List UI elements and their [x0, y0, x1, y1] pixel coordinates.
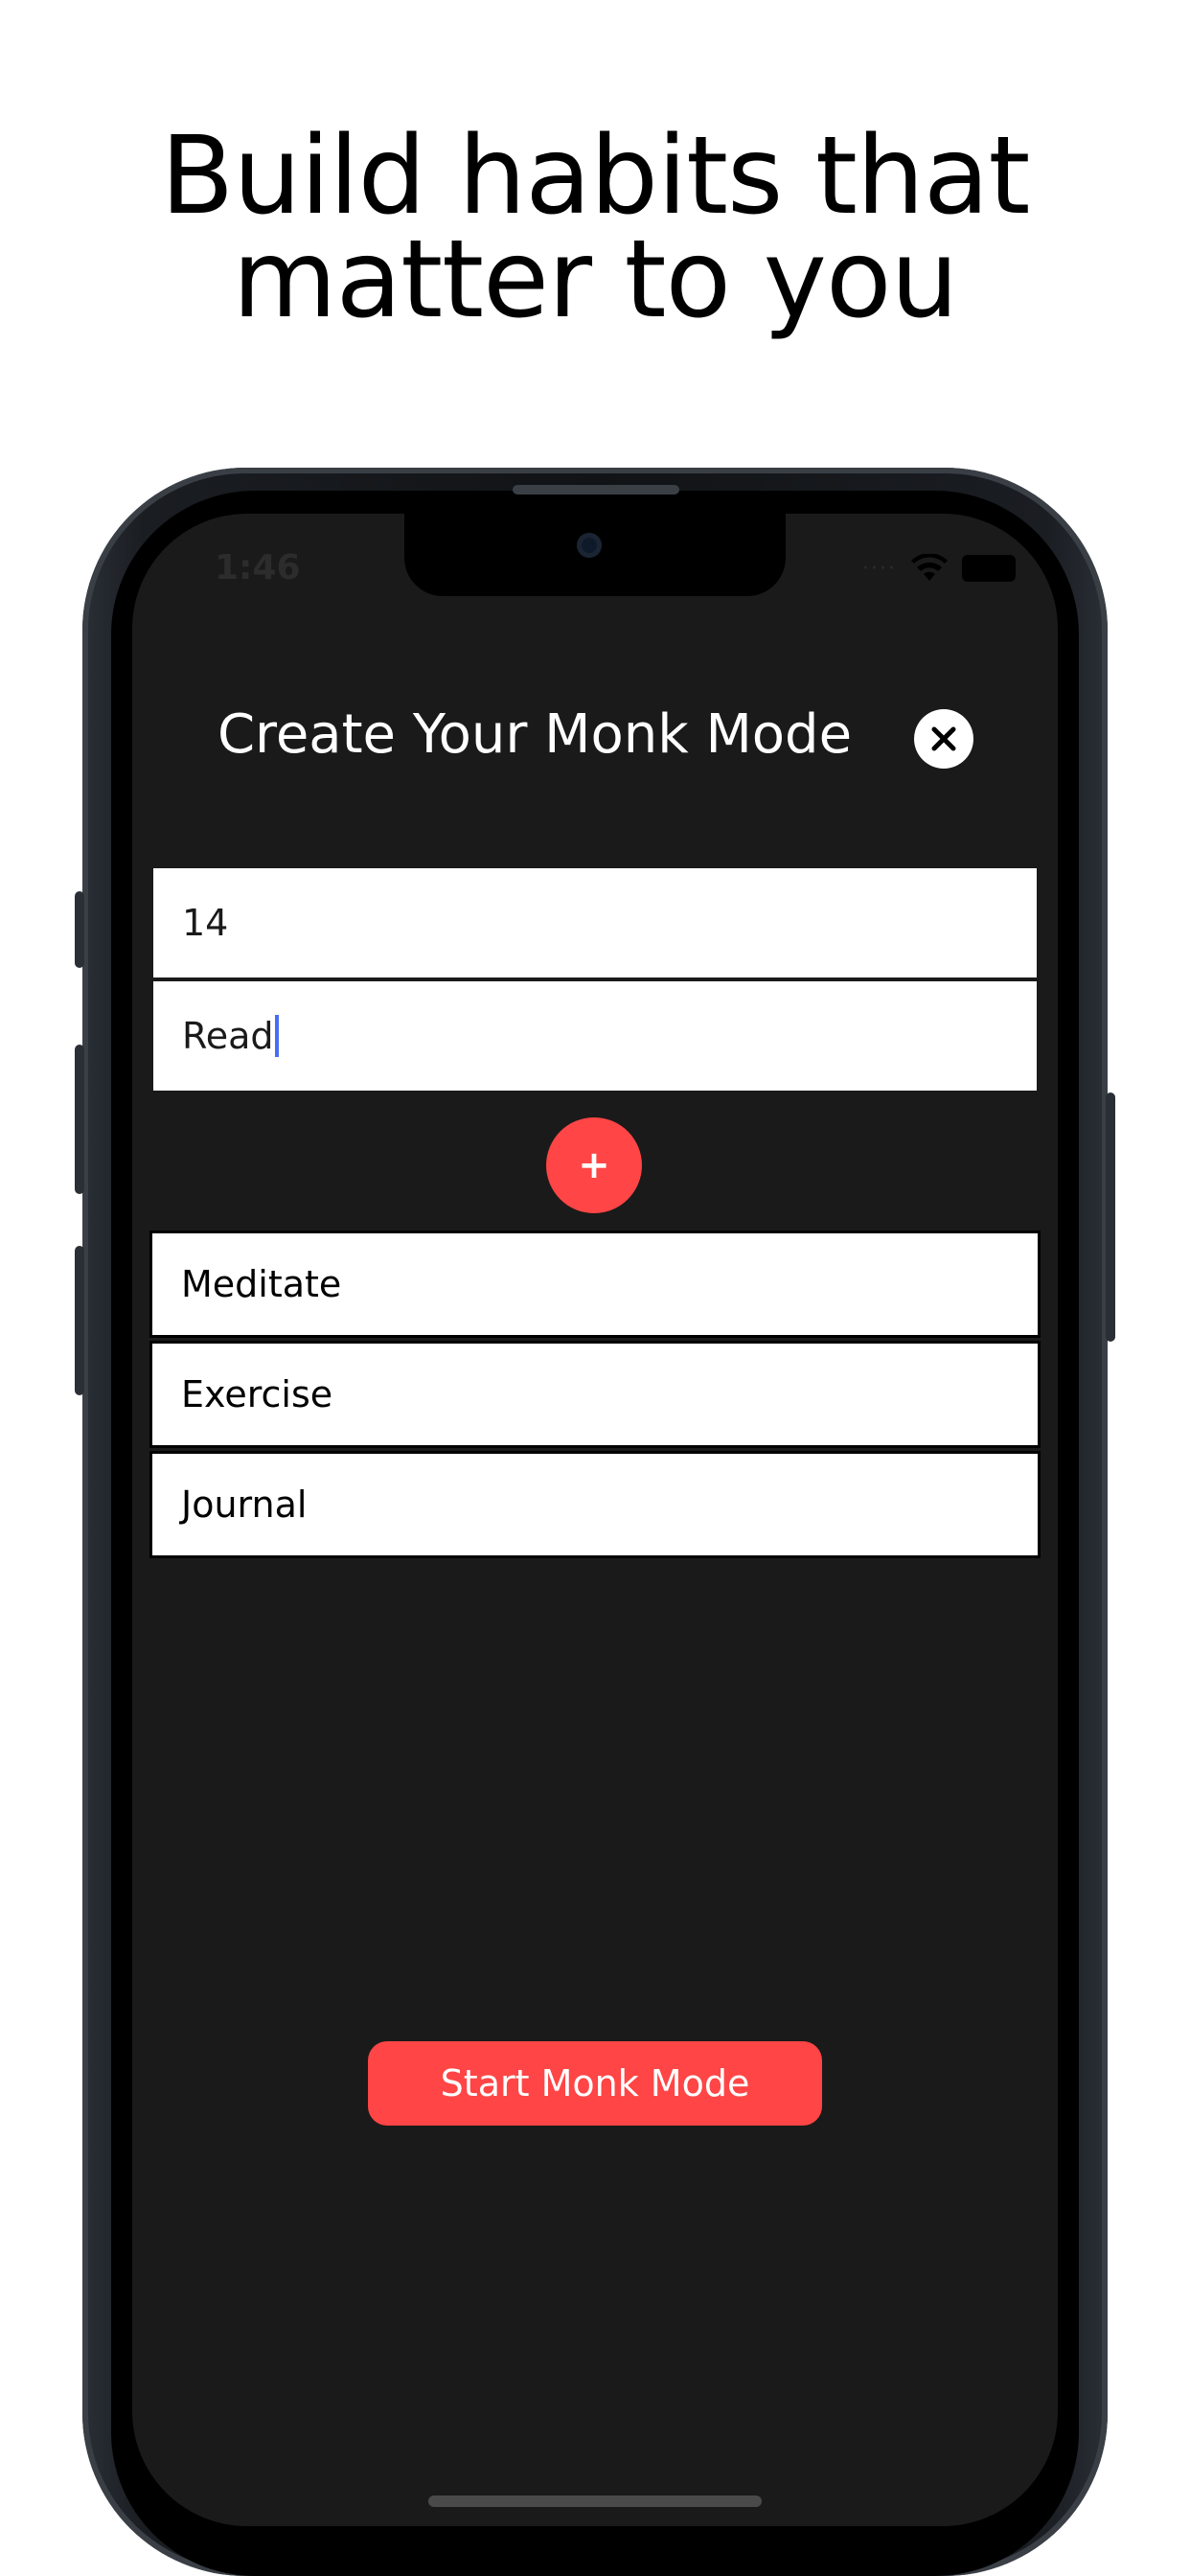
- volume-down-button: [75, 1246, 84, 1395]
- notch: [404, 514, 786, 596]
- mute-switch: [75, 891, 84, 968]
- marketing-headline: Build habits that matter to you: [0, 114, 1190, 342]
- list-item[interactable]: Exercise: [149, 1341, 1041, 1448]
- days-input[interactable]: 14: [153, 868, 1037, 978]
- habit-input[interactable]: Read: [153, 981, 1037, 1091]
- add-habit-button[interactable]: +: [546, 1117, 642, 1213]
- headline-line-1: Build habits that: [160, 114, 1031, 239]
- days-input-value: 14: [182, 902, 229, 944]
- page-title: Create Your Monk Mode: [217, 703, 853, 766]
- list-item[interactable]: Journal: [149, 1451, 1041, 1558]
- status-time: 1:46: [215, 548, 301, 587]
- status-icons: ····: [862, 554, 1016, 583]
- signal-dots-icon: ····: [862, 556, 897, 581]
- habit-label: Meditate: [181, 1263, 342, 1305]
- headline-line-2: matter to you: [232, 218, 959, 342]
- battery-icon: [962, 555, 1016, 582]
- power-button: [1106, 1092, 1115, 1342]
- close-button[interactable]: [914, 709, 973, 769]
- front-camera: [577, 533, 602, 558]
- app-screen: 1:46 ···· Create Your Monk Mode 14 Read …: [132, 514, 1058, 2526]
- habit-input-value: Read: [182, 1015, 274, 1057]
- habit-label: Exercise: [181, 1373, 333, 1415]
- close-icon: [931, 726, 956, 751]
- volume-up-button: [75, 1045, 84, 1194]
- wifi-icon: [911, 554, 948, 581]
- text-caret: [275, 1015, 280, 1057]
- home-indicator[interactable]: [428, 2496, 762, 2507]
- list-item[interactable]: Meditate: [149, 1230, 1041, 1338]
- start-monk-mode-button[interactable]: Start Monk Mode: [368, 2041, 822, 2126]
- habit-label: Journal: [181, 1484, 308, 1526]
- habit-list: Meditate Exercise Journal: [149, 1230, 1041, 1561]
- earpiece-speaker: [513, 485, 679, 494]
